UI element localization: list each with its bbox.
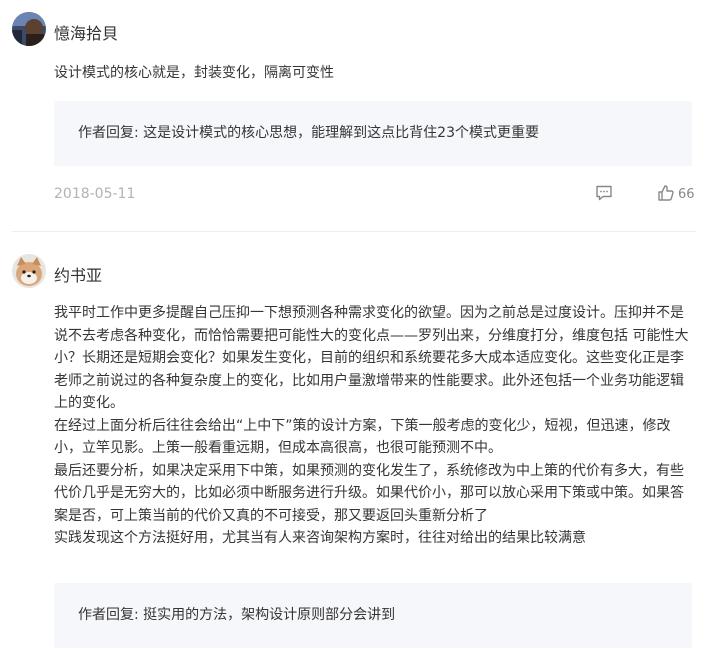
username: 约书亚 <box>54 266 103 285</box>
comment-text: 我平时工作中更多提醒自己压抑一下想预测各种需求变化的欲望。因为之前总是过度设计。… <box>54 302 694 550</box>
comment-paragraph: 实践发现这个方法挺好用，尤其当有人来咨询架构方案时，往往对给出的结果比较满意 <box>54 530 586 546</box>
like-count: 66 <box>678 187 695 202</box>
comment-paragraph: 最后还要分析，如果决定采用下中策，如果预测的变化发生了，系统修改为中上策的代价有… <box>54 462 684 524</box>
divider <box>12 231 696 232</box>
avatar-image <box>12 254 46 288</box>
author-reply-text: 作者回复: 这是设计模式的核心思想，能理解到这点比背住23个模式更重要 <box>78 125 539 141</box>
avatar[interactable] <box>12 12 46 46</box>
avatar-image <box>12 12 46 46</box>
comment-paragraph: 在经过上面分析后往往会给出“上中下”策的设计方案，下策一般考虑的变化少，短视，但… <box>54 417 671 457</box>
reply-icon[interactable] <box>595 184 613 206</box>
comment-paragraph: 我平时工作中更多提醒自己压抑一下想预测各种需求变化的欲望。因为之前总是过度设计。… <box>54 305 689 411</box>
avatar[interactable] <box>12 254 46 288</box>
username: 憶海拾貝 <box>54 24 119 43</box>
comment-date: 2018-05-11 <box>54 186 136 202</box>
comment-text: 设计模式的核心就是，封装变化，隔离可变性 <box>54 65 334 81</box>
like-icon[interactable] <box>657 184 675 206</box>
author-reply: 作者回复: 这是设计模式的核心思想，能理解到这点比背住23个模式更重要 <box>54 101 692 166</box>
author-reply-text: 作者回复: 挺实用的方法，架构设计原则部分会讲到 <box>78 607 396 623</box>
author-reply: 作者回复: 挺实用的方法，架构设计原则部分会讲到 <box>54 583 692 648</box>
